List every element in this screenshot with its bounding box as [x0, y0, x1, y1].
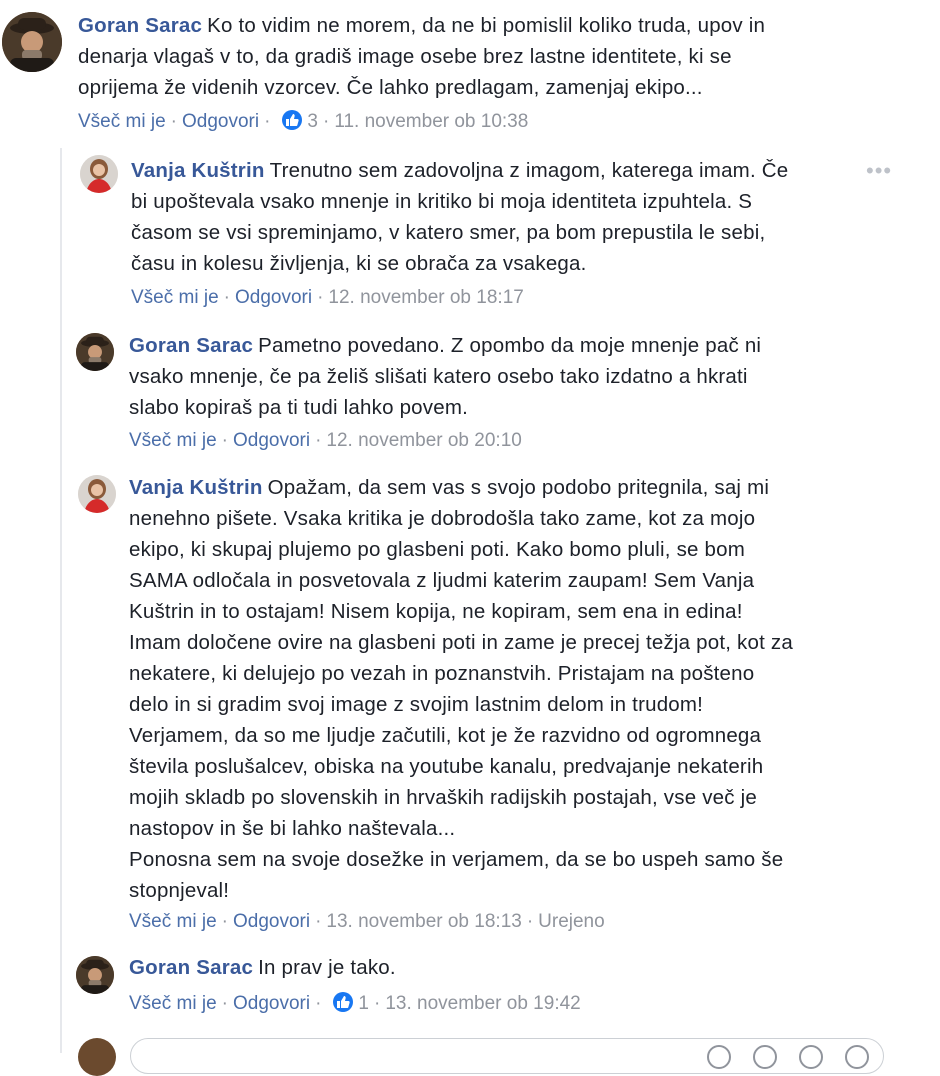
- reaction-count[interactable]: 1: [358, 993, 369, 1014]
- comment-goran-3: Goran Sarac In prav je tako. Všeč mi je · O…: [0, 952, 940, 1032]
- reply-button[interactable]: Odgovori: [233, 430, 310, 451]
- like-button[interactable]: Všeč mi je: [129, 911, 217, 932]
- gif-icon[interactable]: [799, 1045, 823, 1069]
- comment-content: Goran Sarac Ko to vidim ne morem, da ne b…: [78, 10, 858, 103]
- comment-author[interactable]: Goran Sarac: [129, 956, 253, 979]
- like-button[interactable]: Všeč mi je: [78, 111, 166, 132]
- vanja-avatar-image: [80, 155, 118, 193]
- comment-timestamp[interactable]: 13. november ob 18:13: [326, 911, 521, 932]
- goran-avatar-image: [76, 333, 114, 371]
- like-reaction-icon[interactable]: [333, 992, 354, 1012]
- comment-vanja-1: Vanja Kuštrin Trenutno sem zadovoljna z i…: [0, 150, 940, 320]
- sticker-icon[interactable]: [845, 1045, 869, 1069]
- avatar-goran[interactable]: [76, 956, 114, 994]
- avatar-goran[interactable]: [76, 333, 114, 371]
- comment-content: Goran Sarac In prav je tako.: [129, 952, 869, 983]
- comment-text: Opažam, da sem vas s svojo podobo priteg…: [129, 476, 793, 902]
- emoji-icon[interactable]: [707, 1045, 731, 1069]
- vanja-avatar-image: [78, 475, 116, 513]
- comment-timestamp[interactable]: 13. november ob 19:42: [385, 993, 580, 1014]
- reaction-count[interactable]: 3: [307, 111, 318, 132]
- comment-author[interactable]: Goran Sarac: [78, 14, 202, 37]
- like-button[interactable]: Všeč mi je: [131, 287, 219, 308]
- comment-vanja-2: Vanja Kuštrin Opažam, da sem vas s svojo …: [0, 470, 940, 940]
- edited-label[interactable]: Urejeno: [538, 911, 605, 932]
- like-button[interactable]: Všeč mi je: [129, 993, 217, 1014]
- like-button[interactable]: Všeč mi je: [129, 430, 217, 451]
- composer-avatar: [78, 1038, 116, 1076]
- comment-content: Vanja Kuštrin Trenutno sem zadovoljna z i…: [131, 155, 871, 279]
- comment-author[interactable]: Goran Sarac: [129, 334, 253, 357]
- comment-text: In prav je tako.: [258, 956, 396, 979]
- comment-goran-1: Goran Sarac Ko to vidim ne morem, da ne b…: [0, 0, 940, 145]
- avatar-vanja[interactable]: [80, 155, 118, 193]
- reply-button[interactable]: Odgovori: [182, 111, 259, 132]
- like-reaction-icon[interactable]: [282, 110, 303, 130]
- goran-avatar-image: [76, 956, 114, 994]
- comment-actions: Všeč mi je · Odgovori · 3 · 11. november ob 10…: [78, 110, 529, 132]
- goran-avatar-image: [2, 12, 62, 72]
- comment-actions: Všeč mi je · Odgovori · 12. november ob 18:1…: [131, 287, 524, 308]
- comment-timestamp[interactable]: 12. november ob 18:17: [328, 287, 523, 308]
- comment-actions: Všeč mi je · Odgovori · 12. november ob 20:1…: [129, 430, 522, 451]
- comment-actions: Všeč mi je · Odgovori · 1 · 13. november ob 19…: [129, 992, 581, 1014]
- avatar-goran[interactable]: [2, 12, 62, 72]
- composer-icons: [707, 1045, 869, 1069]
- comment-goran-2: Goran Sarac Pametno povedano. Z opombo da…: [0, 330, 940, 460]
- reply-button[interactable]: Odgovori: [235, 287, 312, 308]
- comment-actions: Všeč mi je · Odgovori · 13. november ob 18:1…: [129, 911, 605, 932]
- camera-icon[interactable]: [753, 1045, 777, 1069]
- reply-input[interactable]: [130, 1038, 884, 1074]
- comment-author[interactable]: Vanja Kuštrin: [131, 159, 265, 182]
- comment-content: Vanja Kuštrin Opažam, da sem vas s svojo …: [129, 472, 889, 906]
- comment-timestamp[interactable]: 11. november ob 10:38: [334, 111, 528, 132]
- comment-content: Goran Sarac Pametno povedano. Z opombo da…: [129, 330, 869, 423]
- reply-button[interactable]: Odgovori: [233, 911, 310, 932]
- reply-button[interactable]: Odgovori: [233, 993, 310, 1014]
- comment-author[interactable]: Vanja Kuštrin: [129, 476, 263, 499]
- avatar-vanja[interactable]: [78, 475, 116, 513]
- comment-timestamp[interactable]: 12. november ob 20:10: [326, 430, 521, 451]
